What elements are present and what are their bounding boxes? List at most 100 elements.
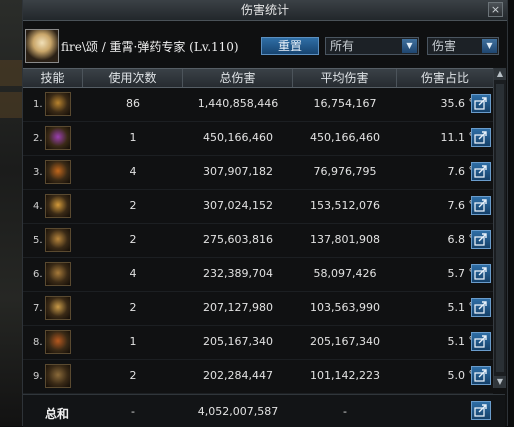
table-row[interactable]: 7.2207,127,980103,563,9905.1%	[23, 291, 493, 326]
explosion-skill-icon	[45, 194, 71, 218]
column-header-skill[interactable]: 技能	[23, 69, 83, 87]
share-icon	[474, 165, 487, 178]
share-button[interactable]	[471, 162, 491, 181]
row-index: 1.	[33, 99, 43, 110]
metric-select[interactable]: 伤害 ▼	[427, 37, 499, 55]
window-title: 伤害统计	[240, 3, 289, 17]
row-index: 5.	[33, 235, 43, 246]
background-decoration	[0, 60, 22, 86]
close-button[interactable]: ×	[488, 2, 503, 17]
chevron-down-icon[interactable]: ▼	[482, 39, 497, 53]
row-pct: 5.1	[447, 301, 466, 314]
row-uses: 1	[129, 131, 137, 144]
row-uses: 2	[129, 369, 137, 382]
filter-select[interactable]: 所有 ▼	[325, 37, 419, 55]
player-name: fire\颂 / 重霄·弹药专家 (Lv.110)	[61, 40, 239, 54]
column-header-row: 技能 使用次数 总伤害 平均伤害 伤害占比	[23, 68, 493, 88]
row-avg: 58,097,426	[313, 267, 377, 280]
row-pct: 7.6	[447, 165, 466, 178]
grenade-skill-icon	[45, 92, 71, 116]
table-row[interactable]: 8.1205,167,340205,167,3405.1%	[23, 325, 493, 360]
reset-button[interactable]: 重置	[261, 37, 319, 55]
title-bar[interactable]: 伤害统计 ×	[23, 0, 507, 21]
share-button[interactable]	[471, 264, 491, 283]
row-total: 207,127,980	[203, 301, 273, 314]
row-uses: 1	[129, 335, 137, 348]
share-icon	[474, 233, 487, 246]
share-button[interactable]	[471, 332, 491, 351]
background-decoration	[0, 92, 22, 118]
total-avg: -	[343, 405, 347, 418]
row-pct: 6.8	[447, 233, 466, 246]
share-button[interactable]	[471, 230, 491, 249]
table-row[interactable]: 3.4307,907,18276,976,7957.6%	[23, 155, 493, 190]
share-icon	[474, 131, 487, 144]
column-header-uses[interactable]: 使用次数	[83, 69, 183, 87]
row-pct: 11.1	[440, 131, 466, 144]
row-total: 202,284,447	[203, 369, 273, 382]
row-index: 2.	[33, 133, 43, 144]
table-row[interactable]: 4.2307,024,152153,512,0767.6%	[23, 189, 493, 224]
game-background	[0, 0, 22, 426]
row-avg: 153,512,076	[310, 199, 380, 212]
row-total: 450,166,460	[203, 131, 273, 144]
row-avg: 103,563,990	[310, 301, 380, 314]
row-avg: 205,167,340	[310, 335, 380, 348]
column-header-share[interactable]: 伤害占比	[397, 69, 493, 87]
column-header-avg[interactable]: 平均伤害	[293, 69, 397, 87]
total-uses: -	[131, 405, 135, 418]
row-total: 307,907,182	[203, 165, 273, 178]
share-icon	[474, 199, 487, 212]
row-total: 205,167,340	[203, 335, 273, 348]
row-avg: 16,754,167	[313, 97, 377, 110]
row-pct: 5.1	[447, 335, 466, 348]
share-button[interactable]	[471, 196, 491, 215]
share-icon	[474, 97, 487, 110]
chevron-down-icon[interactable]: ▼	[402, 39, 417, 53]
row-pct: 5.0	[447, 369, 466, 382]
share-button[interactable]	[471, 128, 491, 147]
scroll-thumb[interactable]	[496, 84, 504, 372]
table-row[interactable]: 6.4232,389,70458,097,4265.7%	[23, 257, 493, 292]
table-row[interactable]: 9.2202,284,447101,142,2235.0%	[23, 359, 493, 394]
shell-blast-skill-icon	[45, 262, 71, 286]
share-button[interactable]	[471, 366, 491, 385]
row-total: 307,024,152	[203, 199, 273, 212]
character-avatar	[25, 29, 59, 63]
damage-stats-window: 伤害统计 × fire\颂 / 重霄·弹药专家 (Lv.110) 重置 所有 ▼…	[22, 0, 508, 427]
row-index: 4.	[33, 201, 43, 212]
scroll-down-icon[interactable]: ▼	[494, 376, 506, 388]
share-icon	[474, 267, 487, 280]
row-avg: 450,166,460	[310, 131, 380, 144]
metric-select-value: 伤害	[432, 39, 457, 53]
total-damage: 4,052,007,587	[197, 405, 279, 418]
row-uses: 86	[126, 97, 140, 110]
share-button[interactable]	[471, 401, 491, 420]
table-row[interactable]: 5.2275,603,816137,801,9086.8%	[23, 223, 493, 258]
row-total: 275,603,816	[203, 233, 273, 246]
vortex-skill-icon	[45, 364, 71, 388]
share-button[interactable]	[471, 298, 491, 317]
rocket-volley-skill-icon	[45, 228, 71, 252]
flame-burst-skill-icon	[45, 160, 71, 184]
table-row[interactable]: 1.861,440,858,44616,754,16735.6%	[23, 87, 493, 122]
total-label: 总和	[45, 407, 70, 421]
row-uses: 2	[129, 301, 137, 314]
scrollbar[interactable]: ▲ ▼	[493, 68, 506, 388]
row-avg: 76,976,795	[313, 165, 377, 178]
row-index: 7.	[33, 303, 43, 314]
table-row[interactable]: 2.1450,166,460450,166,46011.1%	[23, 121, 493, 156]
spike-field-skill-icon	[45, 296, 71, 320]
row-total: 1,440,858,446	[197, 97, 279, 110]
damage-table: 1.861,440,858,44616,754,16735.6%2.1450,1…	[23, 87, 493, 394]
row-pct: 35.6	[440, 97, 466, 110]
column-header-total[interactable]: 总伤害	[183, 69, 293, 87]
total-row: 总和 - 4,052,007,587 -	[23, 394, 505, 427]
scroll-up-icon[interactable]: ▲	[494, 68, 506, 80]
row-uses: 4	[129, 267, 137, 280]
row-avg: 101,142,223	[310, 369, 380, 382]
row-uses: 2	[129, 199, 137, 212]
share-icon	[474, 301, 487, 314]
share-icon	[474, 404, 487, 417]
share-button[interactable]	[471, 94, 491, 113]
